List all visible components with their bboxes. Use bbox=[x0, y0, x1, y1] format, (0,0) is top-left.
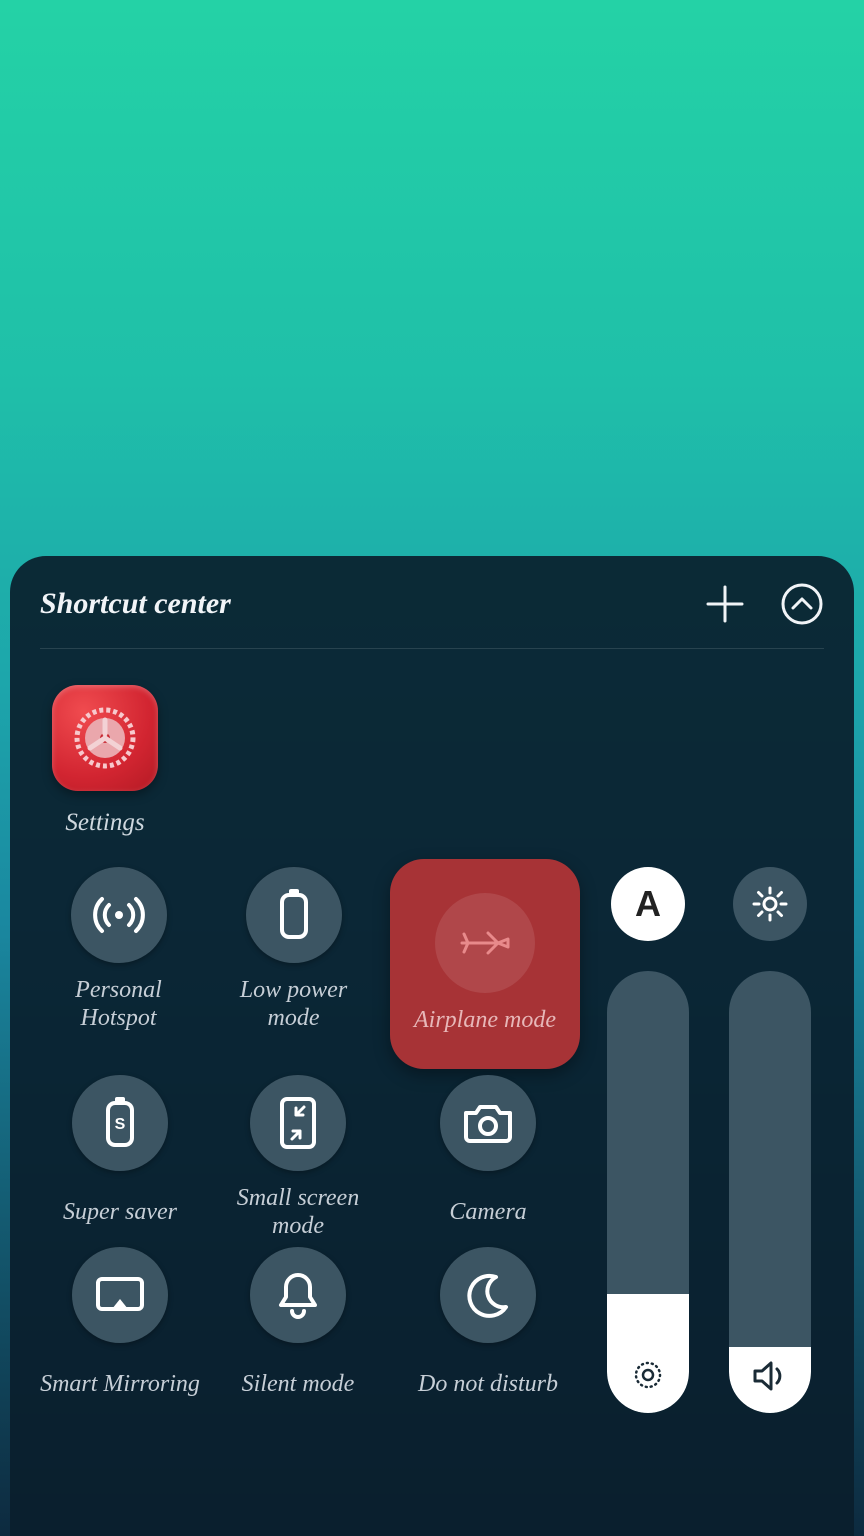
brightness-fill bbox=[607, 1294, 689, 1413]
mirroring-icon bbox=[72, 1247, 168, 1343]
airplane-card: Airplane mode bbox=[390, 859, 580, 1069]
bell-icon bbox=[250, 1247, 346, 1343]
toggle-label: Airplane mode bbox=[414, 1007, 556, 1035]
auto-brightness-button[interactable]: A bbox=[611, 867, 685, 941]
super-saver-icon: S bbox=[72, 1075, 168, 1171]
shortcut-center-panel: Shortcut center bbox=[10, 556, 854, 1536]
panel-header: Shortcut center bbox=[40, 582, 824, 649]
gear-icon bbox=[69, 702, 141, 774]
brightness-icon bbox=[630, 1357, 666, 1393]
toggle-small-screen-mode[interactable]: Small screen mode bbox=[218, 1075, 378, 1241]
toggle-smart-mirroring[interactable]: Smart Mirroring bbox=[40, 1247, 200, 1413]
toggle-label: Personal Hotspot bbox=[40, 975, 197, 1033]
volume-fill bbox=[729, 1347, 811, 1413]
toggle-silent-mode[interactable]: Silent mode bbox=[218, 1247, 378, 1413]
panel-content: Personal Hotspot Low power mode Airplane… bbox=[40, 867, 824, 1413]
sound-settings-button[interactable] bbox=[733, 867, 807, 941]
toggle-row-3: Smart Mirroring Silent mode Do not distu… bbox=[40, 1247, 580, 1413]
collapse-button[interactable] bbox=[780, 582, 824, 626]
toggle-row-2: S Super saver Small screen mode Camera bbox=[40, 1075, 580, 1241]
toggle-label: Low power mode bbox=[215, 975, 372, 1033]
toggle-low-power-mode[interactable]: Low power mode bbox=[215, 867, 372, 1069]
toggle-do-not-disturb[interactable]: Do not disturb bbox=[396, 1247, 580, 1413]
airplane-icon bbox=[435, 893, 535, 993]
moon-icon bbox=[440, 1247, 536, 1343]
toggle-label: Super saver bbox=[63, 1183, 177, 1241]
settings-app-icon bbox=[52, 685, 158, 791]
toggle-grid: Personal Hotspot Low power mode Airplane… bbox=[40, 867, 580, 1413]
small-screen-icon bbox=[250, 1075, 346, 1171]
header-actions bbox=[704, 582, 824, 626]
auto-brightness-label: A bbox=[635, 883, 661, 925]
battery-icon bbox=[246, 867, 342, 963]
add-button[interactable] bbox=[704, 583, 746, 625]
toggle-row-1: Personal Hotspot Low power mode Airplane… bbox=[40, 867, 580, 1069]
panel-title: Shortcut center bbox=[40, 587, 231, 621]
camera-icon bbox=[440, 1075, 536, 1171]
app-label: Settings bbox=[65, 809, 144, 837]
toggle-label: Small screen mode bbox=[218, 1183, 378, 1241]
toggle-label: Do not disturb bbox=[418, 1355, 558, 1413]
plus-icon bbox=[704, 583, 746, 625]
toggle-label: Smart Mirroring bbox=[40, 1355, 200, 1413]
toggle-super-saver[interactable]: S Super saver bbox=[40, 1075, 200, 1241]
chevron-up-circle-icon bbox=[780, 582, 824, 626]
toggle-label: Camera bbox=[449, 1183, 526, 1241]
app-shortcuts-row: Settings bbox=[40, 685, 824, 837]
toggle-label: Silent mode bbox=[242, 1355, 355, 1413]
gear-icon bbox=[750, 884, 790, 924]
hotspot-icon bbox=[71, 867, 167, 963]
brightness-slider[interactable] bbox=[607, 971, 689, 1413]
brightness-column: A bbox=[594, 867, 702, 1413]
speaker-icon bbox=[751, 1359, 789, 1393]
toggle-airplane-mode[interactable]: Airplane mode bbox=[390, 867, 580, 1069]
toggle-personal-hotspot[interactable]: Personal Hotspot bbox=[40, 867, 197, 1069]
toggle-camera[interactable]: Camera bbox=[396, 1075, 580, 1241]
svg-text:S: S bbox=[115, 1116, 126, 1133]
app-tile-settings[interactable]: Settings bbox=[40, 685, 170, 837]
volume-column bbox=[716, 867, 824, 1413]
volume-slider[interactable] bbox=[729, 971, 811, 1413]
